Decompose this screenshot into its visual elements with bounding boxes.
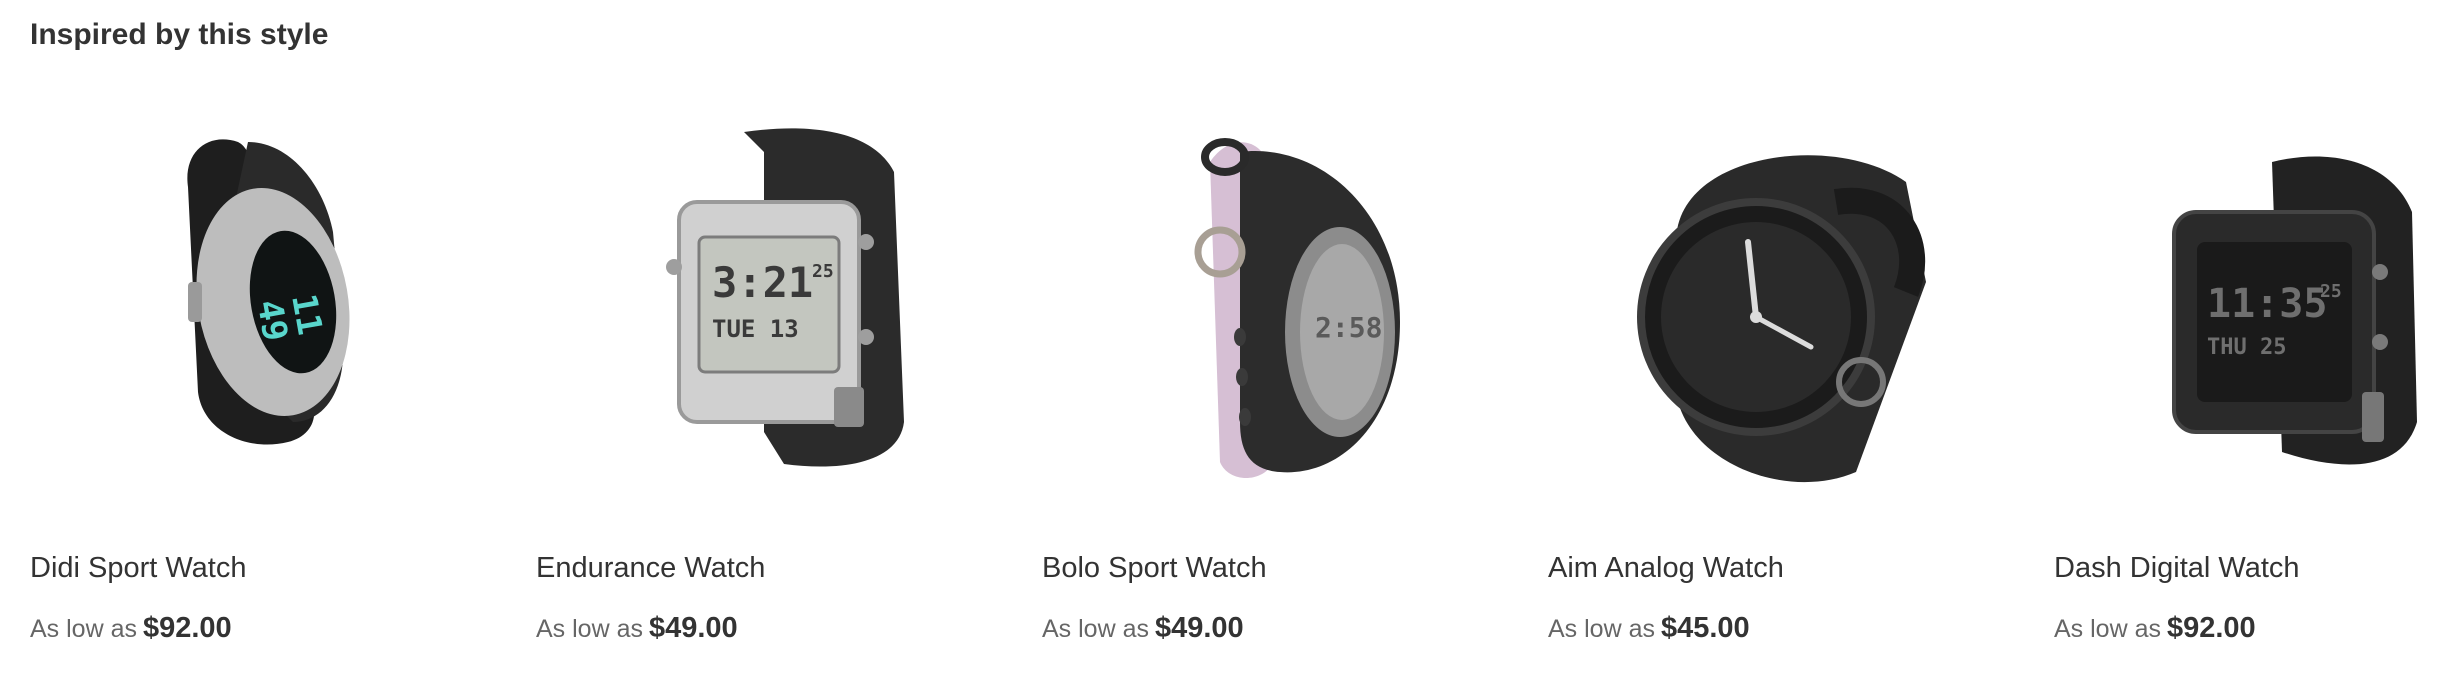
price-label: As low as [2054, 615, 2161, 643]
product-card: 3:21 25 TUE 13 Endurance Watch As low as… [536, 0, 956, 680]
product-price: As low as $45.00 [1548, 612, 1750, 645]
price-label: As low as [30, 615, 137, 643]
product-card: 2:58 Bolo Sport Watch As low as $49.00 [1042, 0, 1462, 680]
price-amount: $49.00 [648, 612, 738, 644]
square-digital-watch-icon: 3:21 25 TUE 13 [666, 128, 904, 467]
price-label: As low as [536, 615, 643, 643]
product-image-link[interactable]: 11 49 [88, 92, 438, 522]
product-card: 11 49 Didi Sport Watch As low as $92.00 [30, 0, 450, 680]
product-name-link[interactable]: Bolo Sport Watch [1042, 552, 1267, 585]
rectangular-digital-watch-icon: 11:35 25 THU 25 [2172, 156, 2417, 465]
watch-display-text: 25 [2320, 281, 2342, 302]
price-amount: $92.00 [2166, 612, 2256, 644]
watch-display-text: 2:58 [1315, 311, 1382, 344]
watch-display-text: 49 [249, 297, 296, 344]
watch-display-text: 3:21 [712, 258, 813, 307]
product-name-link[interactable]: Dash Digital Watch [2054, 552, 2300, 585]
product-name-link[interactable]: Endurance Watch [536, 552, 765, 585]
product-price: As low as $92.00 [30, 612, 232, 645]
price-amount: $92.00 [142, 612, 232, 644]
watch-display-text: TUE 13 [712, 315, 799, 343]
analog-watch-icon [1637, 155, 1926, 483]
product-grid: 11 49 Didi Sport Watch As low as $92.00 3… [0, 0, 2456, 680]
sport-watch-oval-digital-icon: 11 49 [187, 139, 350, 445]
product-image-link[interactable]: 3:21 25 TUE 13 [594, 92, 944, 522]
watch-display-text: 25 [812, 261, 834, 282]
price-label: As low as [1548, 615, 1655, 643]
product-card: 11:35 25 THU 25 Dash Digital Watch As lo… [2054, 0, 2456, 680]
product-name-link[interactable]: Didi Sport Watch [30, 552, 247, 585]
product-price: As low as $49.00 [1042, 612, 1244, 645]
watch-display-text: THU 25 [2207, 335, 2286, 360]
related-products-block: Inspired by this style 11 49 Didi Sport … [0, 0, 2456, 680]
product-image-link[interactable]: 11:35 25 THU 25 [2112, 92, 2456, 522]
price-amount: $49.00 [1154, 612, 1244, 644]
product-name-link[interactable]: Aim Analog Watch [1548, 552, 1784, 585]
product-price: As low as $92.00 [2054, 612, 2256, 645]
product-card: Aim Analog Watch As low as $45.00 [1548, 0, 1968, 680]
bolo-sport-watch-icon: 2:58 [1194, 138, 1400, 479]
watch-display-text: 11:35 [2207, 281, 2327, 327]
price-label: As low as [1042, 615, 1149, 643]
price-amount: $45.00 [1660, 612, 1750, 644]
product-image-link[interactable] [1606, 92, 1956, 522]
product-image-link[interactable]: 2:58 [1100, 92, 1450, 522]
product-price: As low as $49.00 [536, 612, 738, 645]
